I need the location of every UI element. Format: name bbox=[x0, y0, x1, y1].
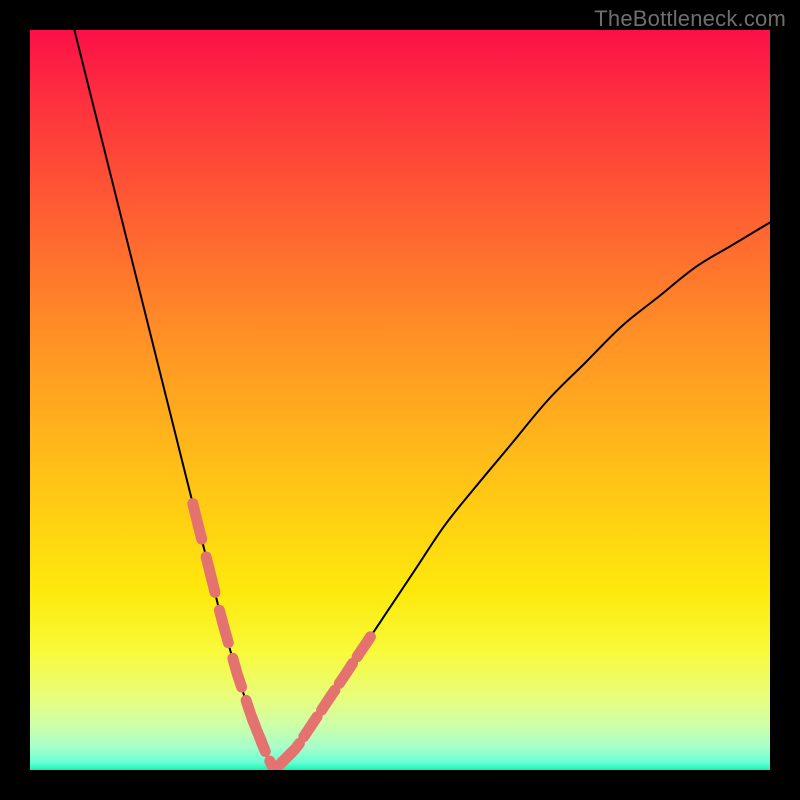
highlight-dash-segment bbox=[322, 690, 335, 710]
highlight-dash-segment bbox=[206, 557, 215, 593]
plot-area bbox=[30, 30, 770, 770]
highlight-dash-segment bbox=[282, 743, 300, 762]
highlight-dashes bbox=[193, 504, 371, 770]
highlight-dash-segment bbox=[339, 663, 352, 683]
highlight-dash-segment bbox=[304, 717, 317, 737]
highlight-dash-segment bbox=[219, 610, 228, 643]
highlight-dash-segment bbox=[193, 504, 202, 539]
highlight-dash-segment bbox=[252, 718, 265, 751]
chart-frame: TheBottleneck.com bbox=[0, 0, 800, 800]
watermark-text: TheBottleneck.com bbox=[594, 6, 786, 32]
curve-layer bbox=[30, 30, 770, 770]
bottleneck-curve bbox=[74, 30, 770, 770]
highlight-dash-segment bbox=[233, 658, 242, 687]
highlight-dash-segment bbox=[357, 637, 370, 657]
